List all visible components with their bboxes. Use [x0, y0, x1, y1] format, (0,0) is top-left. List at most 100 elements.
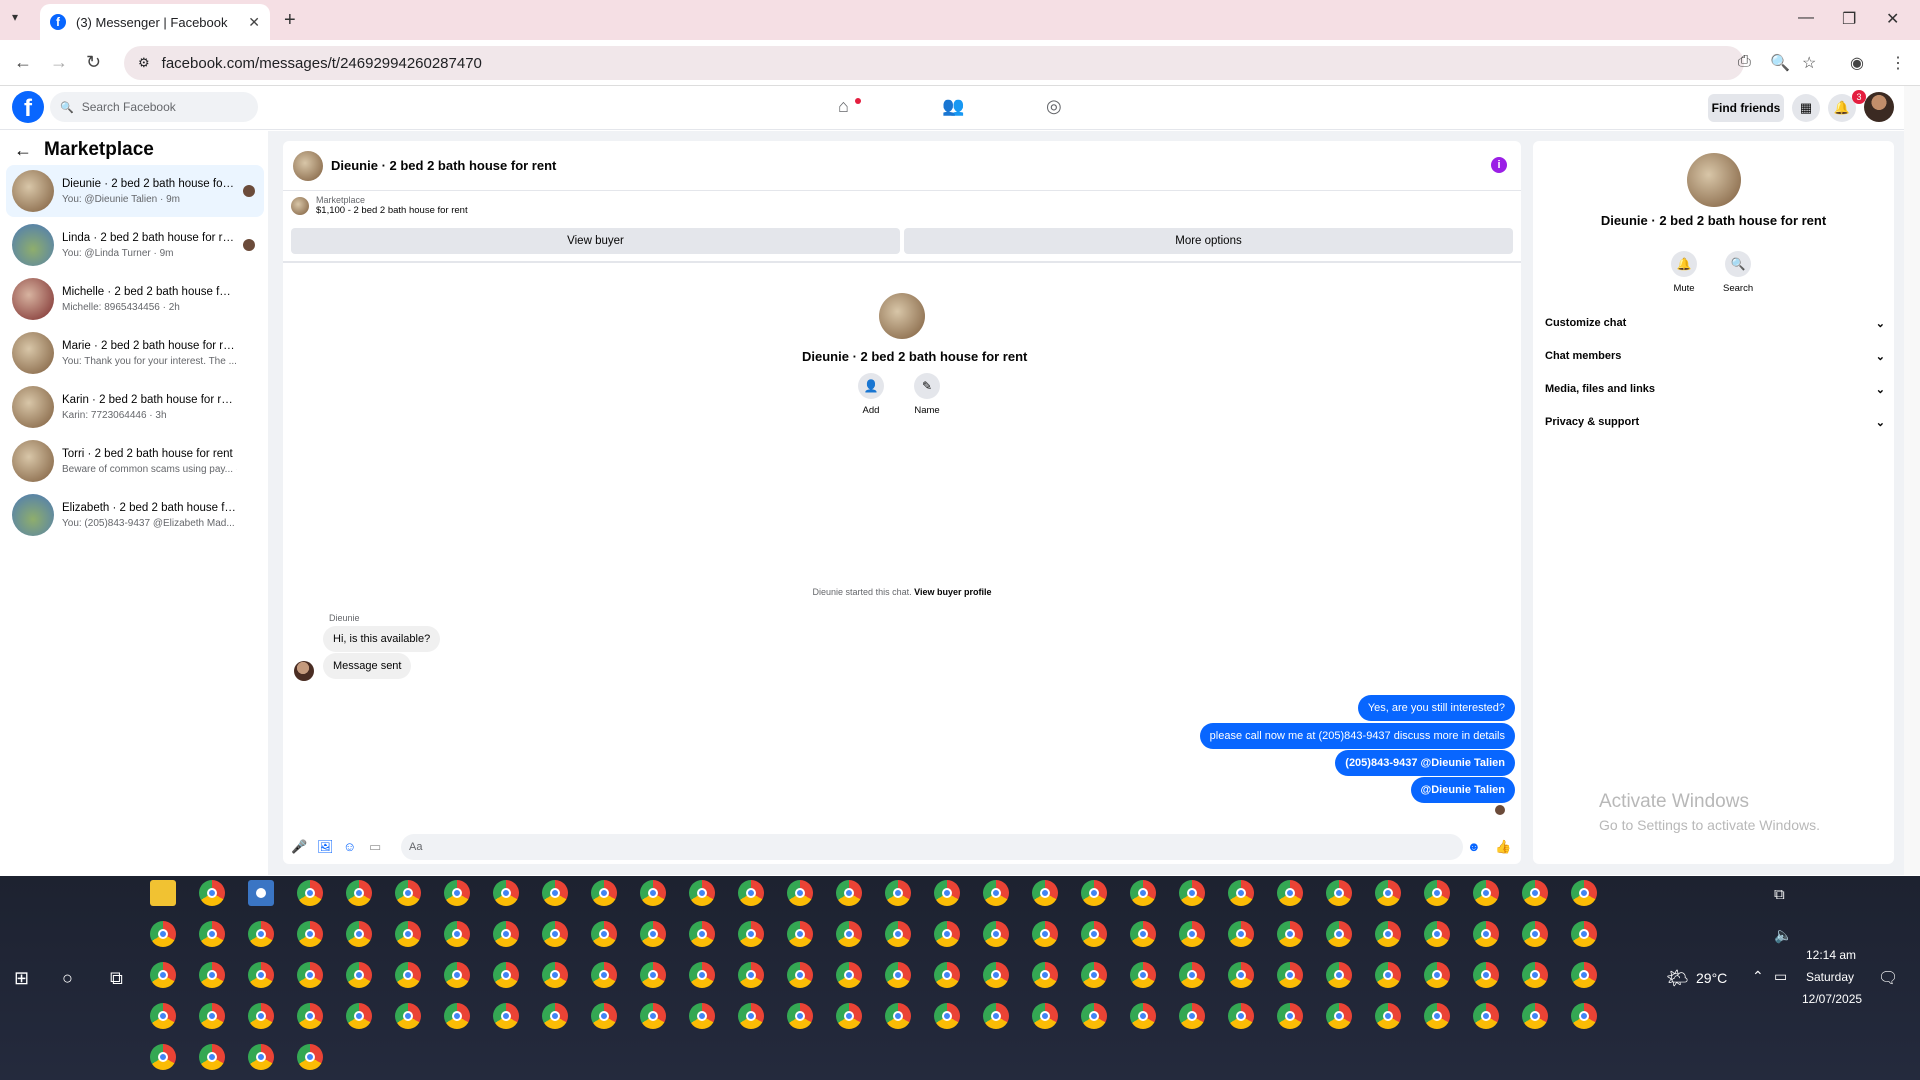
chrome-profile-taskbar-icon[interactable] [1228, 962, 1254, 988]
chrome-profile-taskbar-icon[interactable] [150, 921, 176, 947]
chrome-profile-taskbar-icon[interactable] [591, 921, 617, 947]
chrome-profile-taskbar-icon[interactable] [738, 1003, 764, 1029]
chrome-profile-taskbar-icon[interactable] [934, 921, 960, 947]
menu-kebab-icon[interactable]: ⋮ [1890, 53, 1906, 73]
account-avatar[interactable] [1864, 92, 1894, 122]
home-icon[interactable]: ⌂ [838, 96, 849, 117]
chrome-profile-taskbar-icon[interactable] [444, 962, 470, 988]
chrome-profile-taskbar-icon[interactable] [787, 1003, 813, 1029]
view-buyer-profile-link[interactable]: View buyer profile [914, 587, 991, 597]
like-thumbs-up-icon[interactable]: 👍 [1495, 839, 1511, 855]
conversation-item[interactable]: Torri · 2 bed 2 bath house for rent Bewar… [6, 435, 264, 487]
name-chat-button[interactable]: ✎ Name [914, 373, 940, 416]
chrome-profile-taskbar-icon[interactable] [346, 921, 372, 947]
chrome-profile-taskbar-icon[interactable] [689, 962, 715, 988]
chrome-profile-taskbar-icon[interactable] [199, 962, 225, 988]
screen-capture-icon[interactable]: ⧉ [1774, 886, 1785, 903]
chrome-profile-taskbar-icon[interactable] [1424, 962, 1450, 988]
clock-date[interactable]: 12/07/2025 [1802, 992, 1862, 1006]
chrome-profile-taskbar-icon[interactable] [689, 921, 715, 947]
chrome-profile-taskbar-icon[interactable] [248, 962, 274, 988]
chat-avatar[interactable] [293, 150, 323, 181]
back-icon[interactable]: ← [14, 52, 32, 73]
chrome-profile-taskbar-icon[interactable] [787, 962, 813, 988]
chrome-profile-taskbar-icon[interactable] [689, 1003, 715, 1029]
conversation-item[interactable]: Dieunie · 2 bed 2 bath house for rent You… [6, 165, 264, 217]
chrome-profile-taskbar-icon[interactable] [1522, 1003, 1548, 1029]
chrome-profile-taskbar-icon[interactable] [1277, 921, 1303, 947]
chrome-profile-taskbar-icon[interactable] [395, 921, 421, 947]
chrome-profile-taskbar-icon[interactable] [1032, 962, 1058, 988]
mute-button[interactable]: 🔔 Mute [1669, 251, 1699, 294]
chrome-profile-taskbar-icon[interactable] [1571, 962, 1597, 988]
chrome-profile-taskbar-icon[interactable] [444, 1003, 470, 1029]
section-media-files-links[interactable]: Media, files and links ⌄ [1545, 383, 1885, 396]
chrome-profile-taskbar-icon[interactable] [1277, 880, 1303, 906]
browser-tab[interactable]: f (3) Messenger | Facebook ✕ [40, 4, 270, 40]
clock-time[interactable]: 12:14 am [1806, 948, 1856, 962]
chrome-profile-taskbar-icon[interactable] [591, 880, 617, 906]
chrome-profile-taskbar-icon[interactable] [1571, 880, 1597, 906]
gif-icon[interactable]: ▭ [369, 839, 381, 855]
chrome-profile-taskbar-icon[interactable] [1473, 880, 1499, 906]
chrome-profile-taskbar-icon[interactable] [493, 921, 519, 947]
chrome-profile-taskbar-icon[interactable] [297, 921, 323, 947]
chrome-profile-taskbar-icon[interactable] [1032, 921, 1058, 947]
chrome-profile-taskbar-icon[interactable] [983, 962, 1009, 988]
chrome-profile-taskbar-icon[interactable] [542, 921, 568, 947]
chrome-profile-taskbar-icon[interactable] [1571, 1003, 1597, 1029]
chrome-profile-taskbar-icon[interactable] [1424, 880, 1450, 906]
chrome-profile-taskbar-icon[interactable] [1081, 962, 1107, 988]
chrome-profile-taskbar-icon[interactable] [542, 880, 568, 906]
apps-menu-icon[interactable]: ▦ [1792, 94, 1820, 122]
chrome-profile-taskbar-icon[interactable] [1473, 962, 1499, 988]
chrome-profile-taskbar-icon[interactable] [1326, 962, 1352, 988]
chrome-profile-taskbar-icon[interactable] [1522, 880, 1548, 906]
chrome-profile-taskbar-icon[interactable] [150, 1003, 176, 1029]
microphone-icon[interactable]: 🎤 [291, 839, 307, 855]
sticker-icon[interactable]: ☺ [343, 839, 356, 854]
chrome-profile-taskbar-icon[interactable] [346, 962, 372, 988]
chrome-profile-taskbar-icon[interactable] [395, 962, 421, 988]
chrome-profile-taskbar-icon[interactable] [1228, 880, 1254, 906]
chrome-profile-taskbar-icon[interactable] [1130, 1003, 1156, 1029]
chrome-profile-taskbar-icon[interactable] [1228, 1003, 1254, 1029]
chrome-profile-taskbar-icon[interactable] [836, 962, 862, 988]
chrome-profile-taskbar-icon[interactable] [591, 962, 617, 988]
section-privacy-support[interactable]: Privacy & support ⌄ [1545, 416, 1885, 429]
chrome-profile-taskbar-icon[interactable] [199, 921, 225, 947]
chrome-profile-taskbar-icon[interactable] [1228, 921, 1254, 947]
chrome-profile-taskbar-icon[interactable] [542, 1003, 568, 1029]
chrome-profile-taskbar-icon[interactable] [934, 880, 960, 906]
section-customize-chat[interactable]: Customize chat ⌄ [1545, 317, 1885, 330]
file-explorer-taskbar-icon[interactable] [150, 880, 176, 906]
chrome-profile-taskbar-icon[interactable] [248, 921, 274, 947]
chrome-profile-taskbar-icon[interactable] [199, 880, 225, 906]
chat-title[interactable]: Dieunie · 2 bed 2 bath house for rent [331, 158, 556, 173]
forward-icon[interactable]: → [50, 52, 68, 73]
volume-icon[interactable]: 🔈 [1774, 926, 1793, 944]
chrome-profile-taskbar-icon[interactable] [885, 1003, 911, 1029]
chrome-profile-taskbar-icon[interactable] [640, 880, 666, 906]
info-icon[interactable]: i [1491, 157, 1507, 173]
chrome-profile-taskbar-icon[interactable] [1326, 1003, 1352, 1029]
chrome-profile-taskbar-icon[interactable] [640, 1003, 666, 1029]
chrome-profile-taskbar-icon[interactable] [983, 880, 1009, 906]
listing-banner[interactable]: Marketplace $1,100 - 2 bed 2 bath house … [291, 195, 468, 216]
conversation-item[interactable]: Michelle · 2 bed 2 bath house for rent Mi… [6, 273, 264, 325]
chrome-profile-taskbar-icon[interactable] [738, 962, 764, 988]
chrome-profile-taskbar-icon[interactable] [836, 1003, 862, 1029]
clock-day[interactable]: Saturday [1806, 970, 1854, 984]
reload-icon[interactable]: ↻ [86, 52, 101, 73]
chrome-profile-taskbar-icon[interactable] [150, 1044, 176, 1070]
back-arrow-icon[interactable]: ← [14, 140, 32, 161]
chrome-profile-taskbar-icon[interactable] [836, 880, 862, 906]
chrome-profile-taskbar-icon[interactable] [346, 1003, 372, 1029]
chrome-profile-taskbar-icon[interactable] [1375, 1003, 1401, 1029]
chrome-profile-taskbar-icon[interactable] [1277, 962, 1303, 988]
friends-icon[interactable]: 👥 [942, 96, 964, 117]
tab-list-icon[interactable]: ▾ [12, 10, 18, 24]
chrome-profile-taskbar-icon[interactable] [1375, 921, 1401, 947]
chrome-profile-taskbar-icon[interactable] [787, 880, 813, 906]
chrome-profile-taskbar-icon[interactable] [297, 1044, 323, 1070]
